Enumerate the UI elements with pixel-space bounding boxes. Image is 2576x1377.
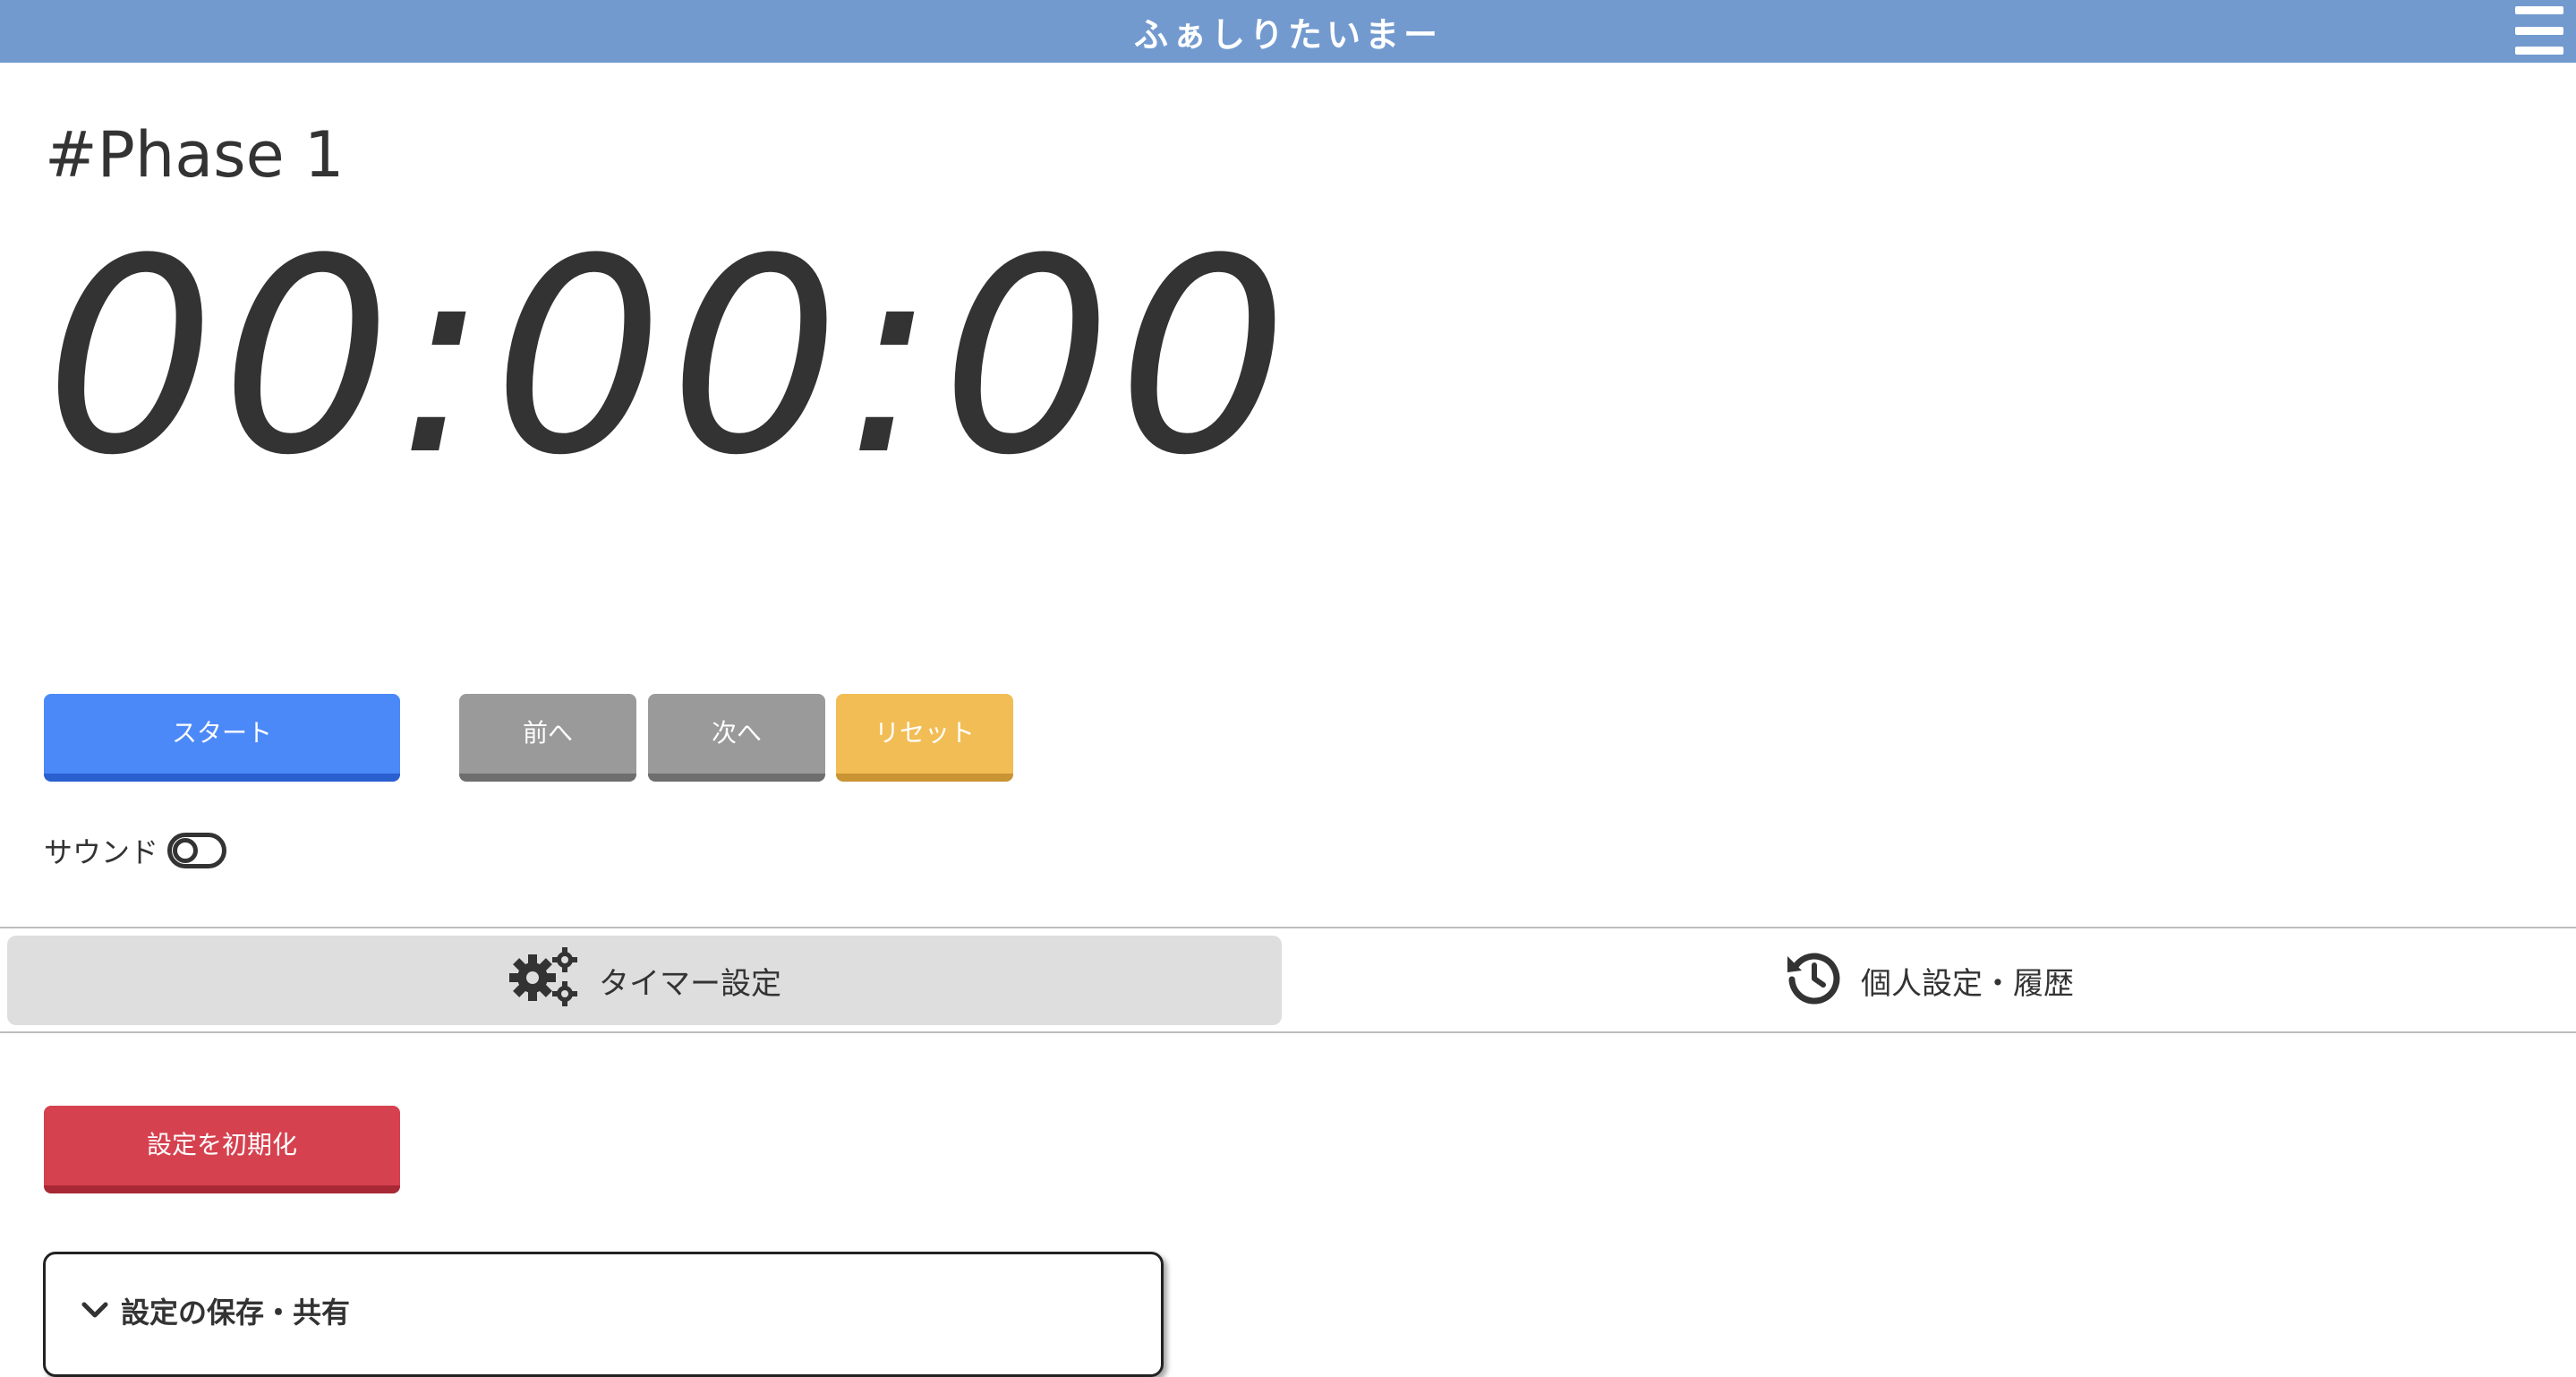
timer-display: 00:00:00 — [45, 201, 1294, 514]
chevron-down-icon — [81, 1294, 108, 1328]
tab-timer-settings-label: タイマー設定 — [599, 965, 781, 1002]
save-share-toggle[interactable]: 設定の保存・共有 — [81, 1290, 350, 1331]
tab-personal-history[interactable]: 個人設定・履歴 — [1289, 936, 2569, 1025]
save-share-title: 設定の保存・共有 — [121, 1296, 351, 1330]
tabs-divider-bottom — [0, 1031, 2576, 1033]
app-title: ふぁしりたいまー — [1133, 14, 1442, 55]
start-button[interactable]: スタート — [44, 694, 400, 782]
sound-toggle[interactable] — [167, 833, 227, 868]
tab-timer-settings[interactable]: タイマー設定 — [7, 936, 1282, 1025]
toggle-knob — [173, 838, 199, 863]
next-button[interactable]: 次へ — [648, 694, 825, 782]
sound-setting: サウンド — [44, 828, 227, 873]
tabs-divider-top — [0, 927, 2576, 928]
save-share-panel: 設定の保存・共有 — [43, 1252, 1164, 1377]
hamburger-menu-icon[interactable] — [2515, 6, 2563, 55]
sound-label: サウンド — [44, 835, 159, 869]
reset-settings-button[interactable]: 設定を初期化 — [44, 1106, 400, 1193]
gears-icon — [508, 946, 581, 1014]
phase-label: #Phase 1 — [45, 118, 345, 192]
tab-personal-history-label: 個人設定・履歴 — [1861, 965, 2074, 1002]
previous-button[interactable]: 前へ — [459, 694, 636, 782]
app-header: ふぁしりたいまー — [0, 0, 2576, 63]
reset-button[interactable]: リセット — [836, 694, 1013, 782]
history-icon — [1784, 947, 1843, 1014]
